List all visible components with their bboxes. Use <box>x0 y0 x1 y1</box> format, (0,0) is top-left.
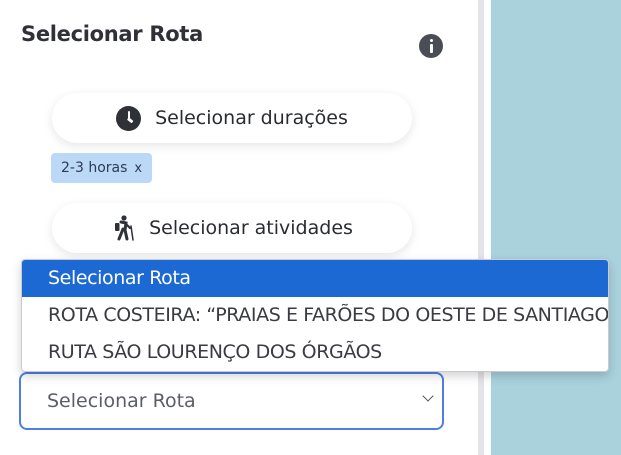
dropdown-option-sao-lourenco-route[interactable]: RUTA SÃO LOURENÇO DOS ÓRGÃOS <box>22 334 608 371</box>
dropdown-option-coastal-route[interactable]: ROTA COSTEIRA: “PRAIAS E FARÕES DO OESTE… <box>22 297 608 334</box>
chip-remove-button[interactable]: x <box>134 161 142 176</box>
route-select[interactable]: Selecionar Rota <box>19 372 444 430</box>
select-durations-label: Selecionar durações <box>155 107 348 129</box>
route-select-value: Selecionar Rota <box>47 390 196 412</box>
dropdown-option-select-route[interactable]: Selecionar Rota <box>22 260 608 297</box>
info-icon[interactable] <box>419 34 443 58</box>
select-durations-button[interactable]: Selecionar durações <box>52 93 412 143</box>
side-panel: Selecionar Rota Selecionar durações 2-3 … <box>0 0 478 455</box>
route-dropdown-list: Selecionar Rota ROTA COSTEIRA: “PRAIAS E… <box>21 259 609 372</box>
duration-chip-label: 2-3 horas <box>61 160 128 176</box>
panel-title: Selecionar Rota <box>21 22 203 46</box>
duration-chip: 2-3 horas x <box>51 153 153 183</box>
clock-icon <box>116 105 142 131</box>
select-activities-button[interactable]: Selecionar atividades <box>52 203 412 253</box>
map-view[interactable] <box>491 0 621 455</box>
panel-gap <box>484 0 491 455</box>
chevron-down-icon <box>422 390 434 402</box>
hiker-icon <box>115 215 134 241</box>
select-activities-label: Selecionar atividades <box>149 217 353 239</box>
